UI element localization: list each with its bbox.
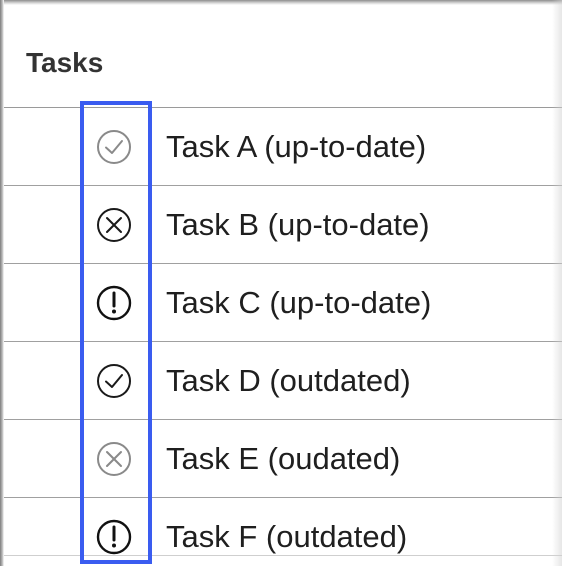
task-row[interactable]: Task F (outdated) <box>4 498 562 575</box>
check-circle-icon <box>95 362 133 400</box>
task-label: Task C (up-to-date) <box>166 285 432 320</box>
tasks-header-title: Tasks <box>26 47 104 78</box>
tasks-panel: Tasks Task A (up-to-date) Task B (up-to-… <box>0 0 562 566</box>
x-circle-icon <box>95 440 133 478</box>
task-row[interactable]: Task D (outdated) <box>4 342 562 420</box>
x-circle-icon <box>95 206 133 244</box>
task-label: Task B (up-to-date) <box>166 207 430 242</box>
exclamation-circle-icon <box>95 518 133 556</box>
task-row[interactable]: Task A (up-to-date) <box>4 108 562 186</box>
task-label: Task A (up-to-date) <box>166 129 427 164</box>
task-row[interactable]: Task E (oudated) <box>4 420 562 498</box>
task-row[interactable]: Task B (up-to-date) <box>4 186 562 264</box>
task-label: Task D (outdated) <box>166 363 411 398</box>
table-bottom-border <box>4 555 562 556</box>
task-label: Task F (outdated) <box>166 519 408 554</box>
exclamation-circle-icon <box>95 284 133 322</box>
task-row[interactable]: Task C (up-to-date) <box>4 264 562 342</box>
frame-right-edge <box>552 0 562 566</box>
check-circle-icon <box>95 128 133 166</box>
tasks-header: Tasks <box>4 5 562 108</box>
task-label: Task E (oudated) <box>166 441 401 476</box>
